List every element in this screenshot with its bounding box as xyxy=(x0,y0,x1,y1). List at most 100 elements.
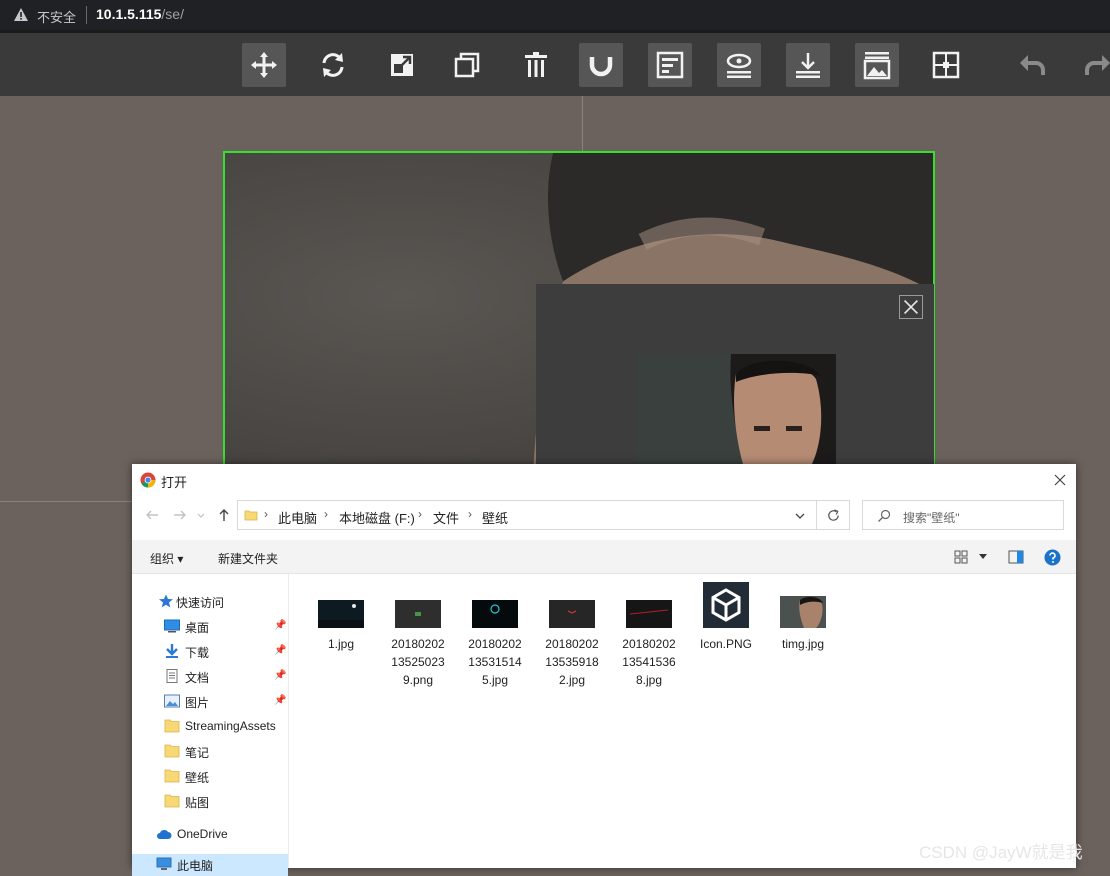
help-icon[interactable] xyxy=(1044,549,1061,566)
refresh-button[interactable] xyxy=(816,500,850,530)
folder-icon xyxy=(164,769,180,783)
scale-tool-button[interactable] xyxy=(380,43,424,87)
image-thumbnail xyxy=(395,600,441,628)
file-name: timg.jpg xyxy=(781,637,825,651)
magnet-tool-button[interactable] xyxy=(579,43,623,87)
image-thumbnail xyxy=(780,596,826,628)
redo-icon xyxy=(1085,55,1110,75)
sidebar-item-this-pc[interactable]: 此电脑 xyxy=(132,854,288,876)
warning-icon[interactable] xyxy=(13,7,29,23)
sidebar-item-label: 此电脑 xyxy=(177,859,214,873)
close-icon[interactable] xyxy=(899,295,923,319)
search-placeholder: 搜索"壁纸" xyxy=(903,511,960,525)
breadcrumb-this-pc[interactable]: 此电脑 xyxy=(278,508,317,527)
delete-tool-button[interactable] xyxy=(514,43,558,87)
up-arrow-icon[interactable] xyxy=(216,507,232,523)
breadcrumb-files[interactable]: 文件 xyxy=(433,508,459,527)
file-item[interactable]: 20180202 13531514 5.jpg xyxy=(458,582,532,689)
image-thumbnail xyxy=(549,600,595,628)
new-folder-button[interactable]: 新建文件夹 xyxy=(218,550,278,567)
scale-icon xyxy=(391,54,413,76)
image-thumbnail xyxy=(472,600,518,628)
breadcrumb-wallpaper[interactable]: 壁纸 xyxy=(482,508,508,527)
duplicate-tool-button[interactable] xyxy=(445,43,489,87)
pictures-icon xyxy=(164,694,180,708)
dialog-title-bar[interactable]: 打开 xyxy=(132,464,1076,494)
security-label[interactable]: 不安全 xyxy=(37,7,76,26)
open-file-dialog: 打开 › 此电脑 › 本地磁盘 (F:) › 文件 › 壁纸 搜索"壁纸" 组织… xyxy=(132,464,1076,876)
grid-tool-button[interactable] xyxy=(924,43,968,87)
undo-tool-button[interactable] xyxy=(1010,43,1054,87)
address-breadcrumb-bar[interactable]: › 此电脑 › 本地磁盘 (F:) › 文件 › 壁纸 xyxy=(237,500,849,530)
download-tool-button[interactable] xyxy=(786,43,830,87)
sidebar-item-quick-access[interactable]: 快速访问 xyxy=(158,591,295,613)
image-thumbnail xyxy=(626,600,672,628)
pin-icon: 📌 xyxy=(274,645,287,656)
desktop-icon xyxy=(164,619,180,633)
file-item[interactable]: 20180202 13541536 8.jpg xyxy=(612,582,686,689)
sidebar-item-documents[interactable]: 文档 📌 xyxy=(164,666,301,688)
sidebar-item-label: 壁纸 xyxy=(185,771,210,785)
undo-icon xyxy=(1020,55,1045,75)
file-item[interactable]: 1.jpg xyxy=(304,582,378,653)
organize-button[interactable]: 组织 ▾ xyxy=(150,550,183,567)
refresh-icon xyxy=(828,509,839,521)
star-icon xyxy=(159,594,173,608)
view-options-icon[interactable] xyxy=(954,550,968,564)
image-tool-button[interactable] xyxy=(855,43,899,87)
forward-arrow-icon[interactable] xyxy=(172,507,188,523)
dialog-title: 打开 xyxy=(161,475,188,490)
breadcrumb-separator-icon: › xyxy=(468,507,472,521)
image-thumbnail xyxy=(318,600,364,628)
breadcrumb-drive-f[interactable]: 本地磁盘 (F:) xyxy=(339,508,415,527)
sidebar-item-streamingassets[interactable]: StreamingAssets xyxy=(164,716,301,738)
preview-pane-icon[interactable] xyxy=(1008,549,1024,565)
url-host: 10.1.5.115 xyxy=(96,6,162,22)
rotate-tool-button[interactable] xyxy=(311,43,355,87)
chevron-down-icon[interactable] xyxy=(794,510,806,522)
sidebar-item-downloads[interactable]: 下载 📌 xyxy=(164,641,301,663)
search-field[interactable]: 搜索"壁纸" xyxy=(862,500,1064,530)
file-item[interactable]: 20180202 13525023 9.png xyxy=(381,582,455,689)
back-arrow-icon[interactable] xyxy=(144,507,160,523)
copy-icon xyxy=(454,52,480,78)
file-item[interactable]: Icon.PNG xyxy=(689,582,763,653)
download-arrow-icon xyxy=(166,644,178,658)
breadcrumb-separator-icon: › xyxy=(418,507,422,521)
folder-icon xyxy=(164,719,180,733)
view-dropdown-icon[interactable] xyxy=(978,553,988,561)
url-text[interactable]: 10.1.5.115/se/ xyxy=(96,6,184,22)
file-item[interactable]: 20180202 13535918 2.jpg xyxy=(535,582,609,689)
preview-image xyxy=(636,354,836,474)
sidebar-item-pictures[interactable]: 图片 📌 xyxy=(164,691,301,713)
view-tool-button[interactable] xyxy=(717,43,761,87)
magnet-icon xyxy=(589,53,613,77)
dialog-close-icon[interactable] xyxy=(1050,470,1070,490)
sidebar-item-onedrive[interactable]: OneDrive xyxy=(156,824,293,846)
redo-tool-button[interactable] xyxy=(1076,43,1110,87)
sidebar-item-label: 下载 xyxy=(185,646,210,660)
history-dropdown-icon[interactable] xyxy=(196,507,206,523)
image-icon xyxy=(863,52,891,80)
file-item[interactable]: timg.jpg xyxy=(766,582,840,653)
sidebar-item-notes[interactable]: 笔记 xyxy=(164,741,301,763)
search-icon xyxy=(878,509,891,522)
sidebar-item-textures[interactable]: 贴图 xyxy=(164,791,301,813)
editor-toolbar xyxy=(0,33,1110,96)
move-tool-button[interactable] xyxy=(242,43,286,87)
sidebar-item-label: 贴图 xyxy=(185,796,210,810)
sidebar-item-wallpaper[interactable]: 壁纸 xyxy=(164,766,301,788)
divider xyxy=(86,6,87,24)
sidebar-item-label: OneDrive xyxy=(177,827,228,841)
pin-icon: 📌 xyxy=(274,670,287,681)
pin-icon: 📌 xyxy=(274,695,287,706)
grid-icon xyxy=(932,51,960,79)
file-name: 1.jpg xyxy=(327,637,355,651)
file-name: 20180202 13541536 8.jpg xyxy=(622,637,676,687)
computer-icon xyxy=(156,857,172,870)
align-tool-button[interactable] xyxy=(648,43,692,87)
trash-icon xyxy=(525,52,547,77)
file-name: 20180202 13525023 9.png xyxy=(391,637,445,687)
align-icon xyxy=(656,51,684,79)
sidebar-item-desktop[interactable]: 桌面 📌 xyxy=(164,616,301,638)
